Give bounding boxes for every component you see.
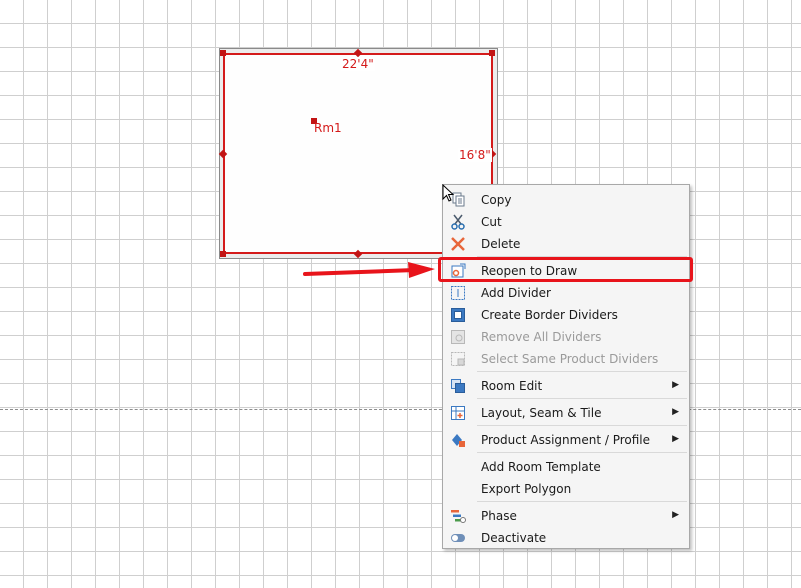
menu-label: Product Assignment / Profile	[481, 433, 651, 447]
room-name-label: Rm1	[314, 121, 342, 135]
menu-label: Add Room Template	[481, 460, 601, 474]
room-width-label: 22'4"	[341, 57, 375, 71]
menu-label: Phase	[481, 509, 517, 523]
layout-icon	[451, 406, 465, 420]
menu-item-remove-all-dividers: Remove All Dividers	[443, 326, 689, 348]
room-height-label: 16'8"	[458, 148, 492, 162]
menu-label: Add Divider	[481, 286, 551, 300]
annotation-highlight-box	[438, 257, 693, 282]
annotation-arrow	[303, 262, 435, 278]
menu-label: Create Border Dividers	[481, 308, 618, 322]
menu-item-export-polygon[interactable]: Export Polygon	[443, 478, 689, 500]
menu-label: Deactivate	[481, 531, 547, 545]
menu-label: Remove All Dividers	[481, 330, 602, 344]
context-menu: Copy Cut Delete Reopen to Draw Add Divid…	[442, 184, 690, 549]
menu-item-layout-seam-tile[interactable]: Layout, Seam & Tile ▶	[443, 402, 689, 424]
menu-item-add-room-template[interactable]: Add Room Template	[443, 456, 689, 478]
menu-label: Layout, Seam & Tile	[481, 406, 602, 420]
submenu-arrow-icon: ▶	[672, 380, 679, 390]
menu-separator	[477, 398, 687, 399]
delete-icon	[451, 237, 465, 251]
room-edit-icon	[451, 379, 465, 393]
corner-handle-tr[interactable]	[489, 50, 495, 56]
menu-item-create-border-dividers[interactable]: Create Border Dividers	[443, 304, 689, 326]
menu-item-add-divider[interactable]: Add Divider	[443, 282, 689, 304]
menu-item-cut[interactable]: Cut	[443, 211, 689, 233]
select-dividers-icon	[451, 352, 465, 366]
menu-item-delete[interactable]: Delete	[443, 233, 689, 255]
menu-separator	[477, 371, 687, 372]
deactivate-icon	[451, 534, 465, 542]
corner-handle-tl[interactable]	[220, 50, 226, 56]
mouse-cursor-icon	[442, 184, 455, 202]
menu-label: Export Polygon	[481, 482, 572, 496]
menu-separator	[477, 425, 687, 426]
menu-item-deactivate[interactable]: Deactivate	[443, 527, 689, 549]
menu-label: Copy	[481, 193, 512, 207]
add-divider-icon	[451, 286, 465, 300]
submenu-arrow-icon: ▶	[672, 510, 679, 520]
phase-icon	[451, 510, 466, 523]
corner-handle-bl[interactable]	[220, 251, 226, 257]
menu-separator	[477, 452, 687, 453]
menu-label: Delete	[481, 237, 521, 251]
menu-label: Select Same Product Dividers	[481, 352, 659, 366]
menu-item-room-edit[interactable]: Room Edit ▶	[443, 375, 689, 397]
menu-item-phase[interactable]: Phase ▶	[443, 505, 689, 527]
product-icon	[452, 434, 465, 447]
menu-separator	[477, 501, 687, 502]
menu-label: Room Edit	[481, 379, 543, 393]
remove-dividers-icon	[451, 330, 465, 344]
menu-item-copy[interactable]: Copy	[443, 189, 689, 211]
submenu-arrow-icon: ▶	[672, 434, 679, 444]
border-dividers-icon	[451, 308, 465, 322]
menu-item-select-same-product-dividers: Select Same Product Dividers	[443, 348, 689, 370]
menu-item-product-assignment[interactable]: Product Assignment / Profile ▶	[443, 429, 689, 451]
submenu-arrow-icon: ▶	[672, 407, 679, 417]
cut-icon	[451, 214, 465, 230]
menu-label: Cut	[481, 215, 502, 229]
